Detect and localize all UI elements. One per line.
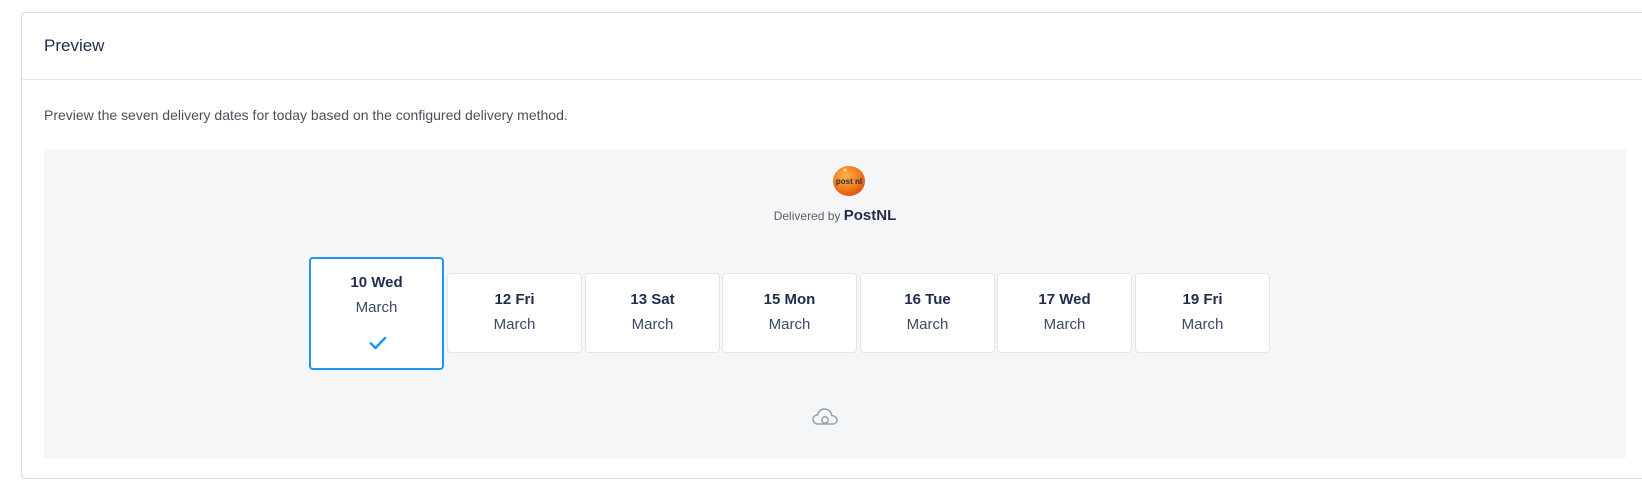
date-option-17-wed[interactable]: 17 Wed March xyxy=(997,273,1132,353)
date-option-19-fri[interactable]: 19 Fri March xyxy=(1135,273,1270,353)
check-icon xyxy=(369,336,387,350)
panel-description: Preview the seven delivery dates for tod… xyxy=(44,107,568,123)
delivery-preview-area: post nl Delivered by PostNL 10 Wed March… xyxy=(44,149,1626,458)
delivered-by-label: Delivered by xyxy=(773,209,841,223)
panel-header: Preview xyxy=(22,13,1642,80)
date-option-10-wed[interactable]: 10 Wed March xyxy=(309,257,444,370)
cloud-icon xyxy=(812,408,838,425)
date-day: 15 Mon xyxy=(763,291,816,308)
date-month: March xyxy=(1181,316,1224,333)
preview-panel: Preview Preview the seven delivery dates… xyxy=(21,12,1642,479)
postnl-logo-icon: post nl xyxy=(833,166,865,196)
date-day: 19 Fri xyxy=(1182,291,1223,308)
date-month: March xyxy=(631,316,674,333)
date-day: 16 Tue xyxy=(904,291,951,308)
postnl-logo-text: post nl xyxy=(836,177,862,186)
carrier-name: PostNL xyxy=(843,207,897,224)
date-month: March xyxy=(355,299,398,316)
date-option-16-tue[interactable]: 16 Tue March xyxy=(860,273,995,353)
date-day: 13 Sat xyxy=(630,291,675,308)
date-month: March xyxy=(906,316,949,333)
delivered-by: Delivered by PostNL xyxy=(44,207,1626,224)
panel-title: Preview xyxy=(44,36,105,55)
date-day: 10 Wed xyxy=(350,274,403,291)
date-month: March xyxy=(1043,316,1086,333)
date-day: 17 Wed xyxy=(1038,291,1091,308)
date-option-12-fri[interactable]: 12 Fri March xyxy=(447,273,582,353)
date-day: 12 Fri xyxy=(494,291,535,308)
date-month: March xyxy=(493,316,536,333)
date-option-13-sat[interactable]: 13 Sat March xyxy=(585,273,720,353)
date-option-15-mon[interactable]: 15 Mon March xyxy=(722,273,857,353)
date-month: March xyxy=(768,316,811,333)
